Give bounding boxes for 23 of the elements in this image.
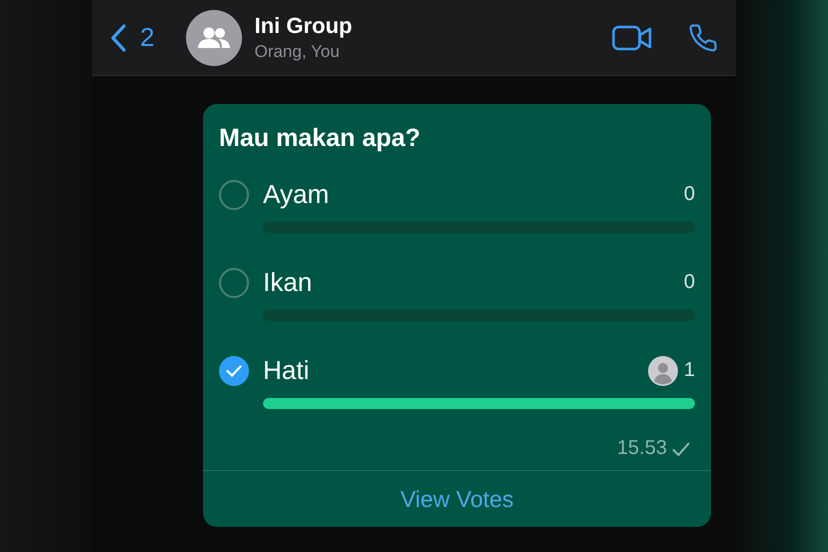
vote-count: 1 <box>684 359 695 382</box>
option-radio[interactable] <box>219 268 249 298</box>
back-button[interactable]: 2 <box>110 22 154 53</box>
chevron-left-icon <box>110 24 126 52</box>
view-votes-button[interactable]: View Votes <box>203 470 711 527</box>
vote-count: 0 <box>684 183 695 206</box>
phone-icon <box>688 22 718 52</box>
poll-question: Mau makan apa? <box>219 124 422 153</box>
group-icon <box>197 26 232 50</box>
checkmark-icon <box>226 364 242 376</box>
chat-title: Ini Group <box>254 13 354 39</box>
video-camera-icon <box>612 24 652 50</box>
option-radio[interactable] <box>219 180 249 210</box>
voice-call-button[interactable] <box>688 22 718 52</box>
option-radio[interactable] <box>219 356 249 386</box>
option-label: Ikan <box>263 267 314 298</box>
chat-subtitle: Orang, You <box>254 42 341 62</box>
video-call-button[interactable] <box>612 24 652 50</box>
sent-check-icon <box>671 440 691 456</box>
message-time: 15.53 <box>616 437 667 460</box>
option-label: Hati <box>263 355 310 386</box>
option-label: Ayam <box>263 179 330 210</box>
vote-count: 0 <box>684 271 695 294</box>
